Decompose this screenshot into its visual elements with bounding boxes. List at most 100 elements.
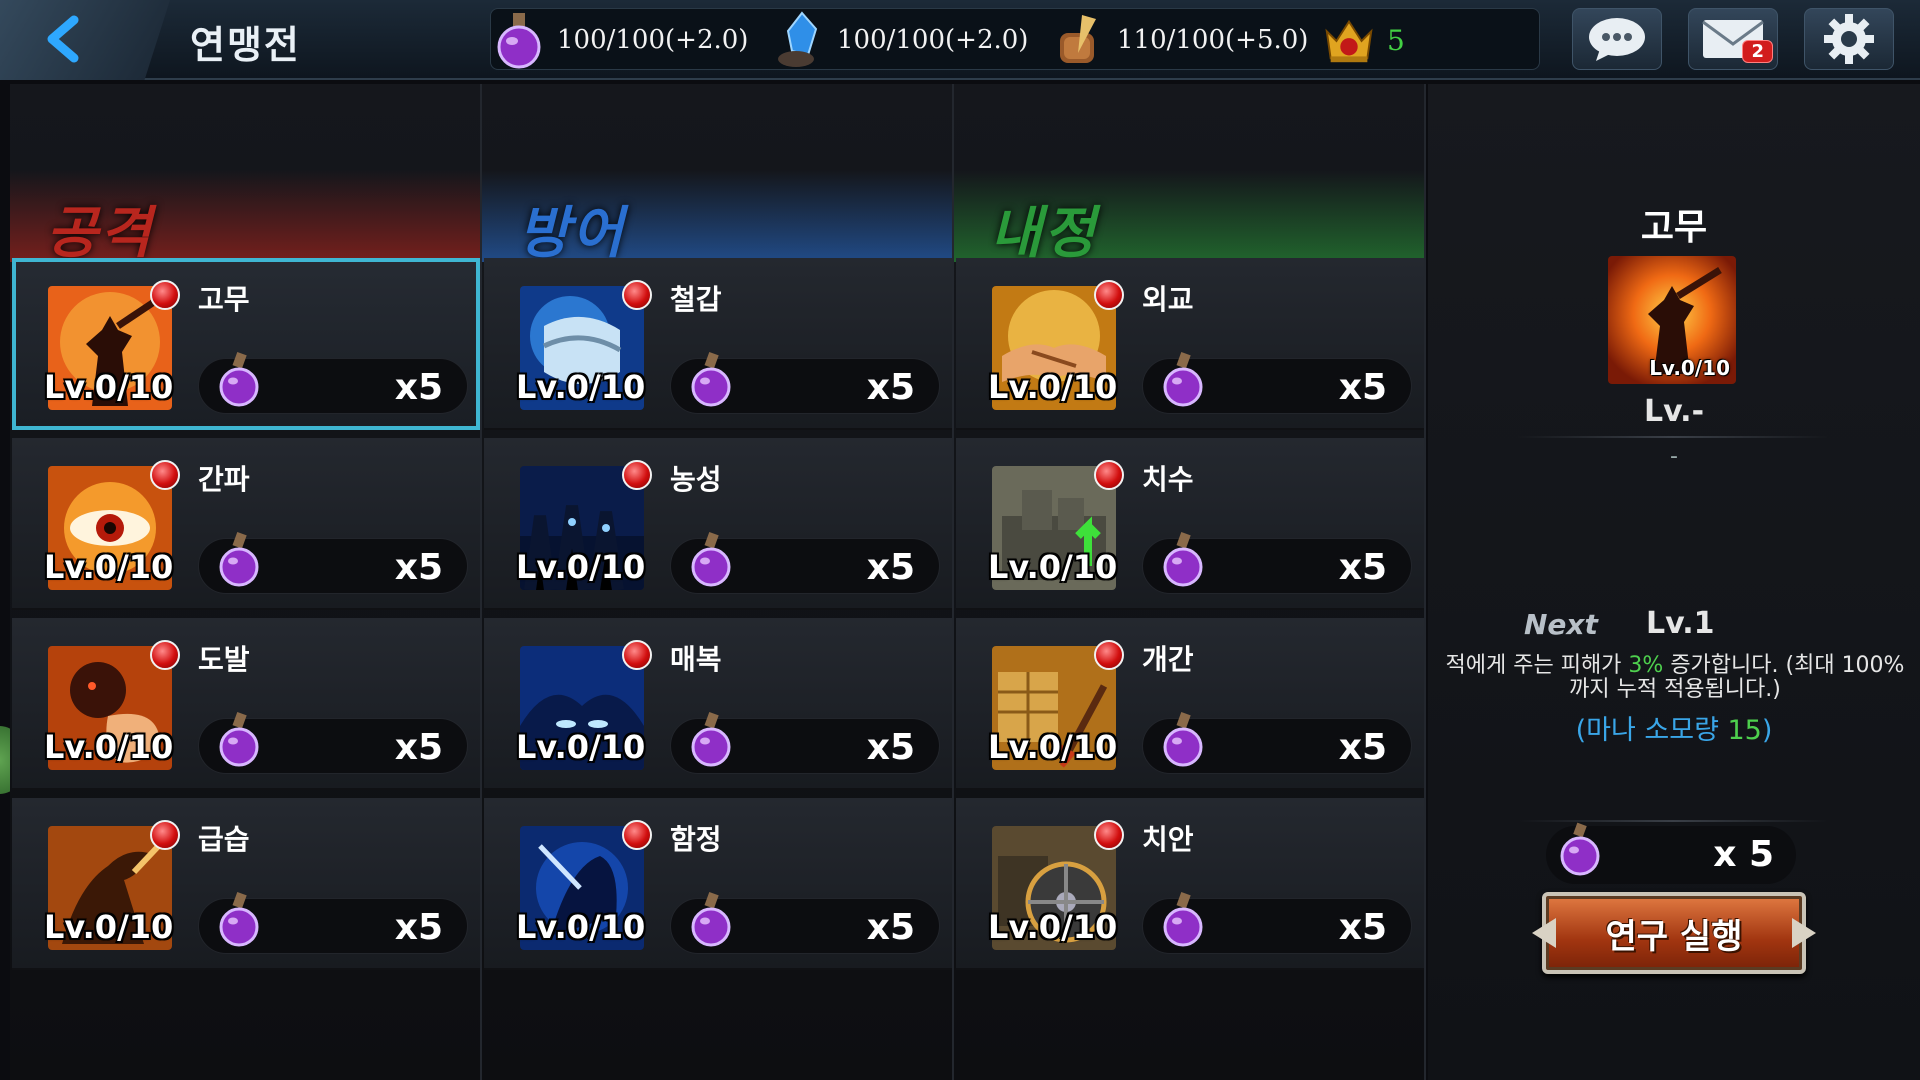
research-card[interactable]: Lv.0/10 간파 x5: [12, 438, 480, 610]
skill-name: 철갑: [670, 283, 722, 316]
detail-current-level: Lv.-: [1643, 394, 1705, 429]
mana-potion-icon: [219, 531, 259, 587]
alert-dot-icon: [1094, 460, 1124, 490]
alert-dot-icon: [622, 820, 652, 850]
next-label: Next: [1524, 608, 1598, 641]
column-header-domestic: 내정: [954, 170, 1424, 266]
research-card[interactable]: Lv.0/10 외교 x5: [956, 258, 1424, 430]
resource-bar: 100/100(+2.0) 100/100(+2.0) 110/100(+5.0…: [490, 8, 1540, 70]
skill-name: 치수: [1142, 463, 1194, 496]
skill-level: Lv.0/10: [44, 368, 174, 406]
research-card[interactable]: Lv.0/10 매복 x5: [484, 618, 952, 790]
skill-cost: x5: [198, 711, 468, 774]
alert-dot-icon: [1094, 640, 1124, 670]
crown-icon: [1321, 12, 1377, 68]
skill-level: Lv.0/10: [516, 728, 646, 766]
mail-badge: 2: [1742, 40, 1773, 63]
scroll-quill-icon: [1051, 12, 1107, 68]
alert-dot-icon: [622, 280, 652, 310]
resource-scroll: 110/100(+5.0): [1051, 9, 1308, 71]
skill-cost: x5: [198, 531, 468, 594]
research-card[interactable]: Lv.0/10 급습 x5: [12, 798, 480, 970]
skill-cost: x5: [670, 531, 940, 594]
mana-cost-text: (마나 소모량 15): [1575, 715, 1773, 746]
mana-potion-icon: [1163, 351, 1203, 407]
research-card[interactable]: Lv.0/10 개간 x5: [956, 618, 1424, 790]
skill-cost: x5: [198, 891, 468, 954]
skill-level: Lv.0/10: [44, 728, 174, 766]
skill-level: Lv.0/10: [516, 548, 646, 586]
column-header-defense: 방어: [482, 170, 952, 266]
mana-potion-icon: [219, 711, 259, 767]
column-title: 방어: [518, 201, 626, 266]
alert-dot-icon: [150, 820, 180, 850]
mana-potion-icon: [691, 531, 731, 587]
skill-name: 농성: [670, 463, 722, 496]
mana-potion-icon: [1560, 822, 1600, 876]
research-execute-button[interactable]: 연구 실행: [1542, 892, 1806, 974]
skill-cost: x5: [1142, 531, 1412, 594]
blue-crystal-icon: [771, 11, 827, 68]
mail-button[interactable]: 2: [1688, 8, 1778, 70]
skill-level: Lv.0/10: [516, 368, 646, 406]
skill-name: 치안: [1142, 823, 1194, 856]
research-card[interactable]: Lv.0/10 도발 x5: [12, 618, 480, 790]
mana-potion-icon: [1163, 891, 1203, 947]
alert-dot-icon: [150, 460, 180, 490]
skill-level: Lv.0/10: [516, 908, 646, 946]
resource-mana: 100/100(+2.0): [491, 9, 748, 71]
skill-cost: x5: [670, 891, 940, 954]
skill-cost: x5: [198, 351, 468, 414]
column-header-attack: 공격: [10, 170, 480, 266]
research-card[interactable]: Lv.0/10 치안 x5: [956, 798, 1424, 970]
alert-dot-icon: [1094, 820, 1124, 850]
next-level: Lv.1: [1646, 606, 1715, 641]
skill-name: 간파: [198, 463, 250, 496]
skill-cost: x5: [1142, 891, 1412, 954]
skill-level: Lv.0/10: [988, 908, 1118, 946]
skill-level: Lv.0/10: [44, 548, 174, 586]
column-title: 내정: [990, 201, 1098, 266]
mana-potion-icon: [219, 351, 259, 407]
detail-panel: 고무 Lv.0/10 Lv.- - Next Lv.1 적에게 주는 피해가 3…: [1428, 84, 1920, 1080]
skill-name: 매복: [670, 643, 722, 676]
back-arrow-icon: [47, 15, 79, 63]
research-card[interactable]: Lv.0/10 철갑 x5: [484, 258, 952, 430]
skill-cost: x5: [1142, 351, 1412, 414]
skill-name: 도발: [198, 643, 250, 676]
research-card[interactable]: Lv.0/10 농성 x5: [484, 438, 952, 610]
skill-name: 급습: [198, 823, 250, 856]
skill-level: Lv.0/10: [988, 728, 1118, 766]
gear-icon: [1824, 14, 1874, 64]
detail-title: 고무: [1640, 207, 1708, 248]
detail-current-effect: -: [1670, 444, 1678, 469]
mana-potion-icon: [691, 891, 731, 947]
chat-button[interactable]: [1572, 8, 1662, 70]
next-effect-description: 적에게 주는 피해가 3% 증가합니다. (최대 100%까지 누적 적용됩니다…: [1445, 653, 1905, 702]
alert-dot-icon: [622, 640, 652, 670]
column-attack: 공격 Lv.0/10 고무 x5 Lv.0/10 간파 x5 Lv.0/10 도발 x5 Lv.0/…: [10, 84, 482, 1080]
detail-skill-icon: Lv.0/10: [1608, 256, 1736, 384]
skill-level: Lv.0/10: [988, 368, 1118, 406]
skill-cost: x5: [670, 351, 940, 414]
research-card[interactable]: Lv.0/10 치수 x5: [956, 438, 1424, 610]
alert-dot-icon: [622, 460, 652, 490]
skill-name: 함정: [670, 823, 722, 856]
page-title: 연맹전: [190, 23, 301, 67]
alert-dot-icon: [150, 640, 180, 670]
settings-button[interactable]: [1804, 8, 1894, 70]
column-title: 공격: [46, 201, 154, 266]
resource-crystal: 100/100(+2.0): [771, 9, 1028, 71]
skill-name: 외교: [1142, 283, 1194, 316]
alert-dot-icon: [150, 280, 180, 310]
research-card[interactable]: Lv.0/10 고무 x5: [12, 258, 480, 430]
research-card[interactable]: Lv.0/10 함정 x5: [484, 798, 952, 970]
mana-potion-icon: [219, 891, 259, 947]
skill-cost: x5: [1142, 711, 1412, 774]
resource-crown: 5: [1321, 9, 1405, 71]
mana-potion-icon: [1163, 711, 1203, 767]
skill-level: Lv.0/10: [988, 548, 1118, 586]
divider: [1518, 436, 1828, 438]
mana-potion-icon: [1163, 531, 1203, 587]
back-button[interactable]: [0, 0, 170, 80]
